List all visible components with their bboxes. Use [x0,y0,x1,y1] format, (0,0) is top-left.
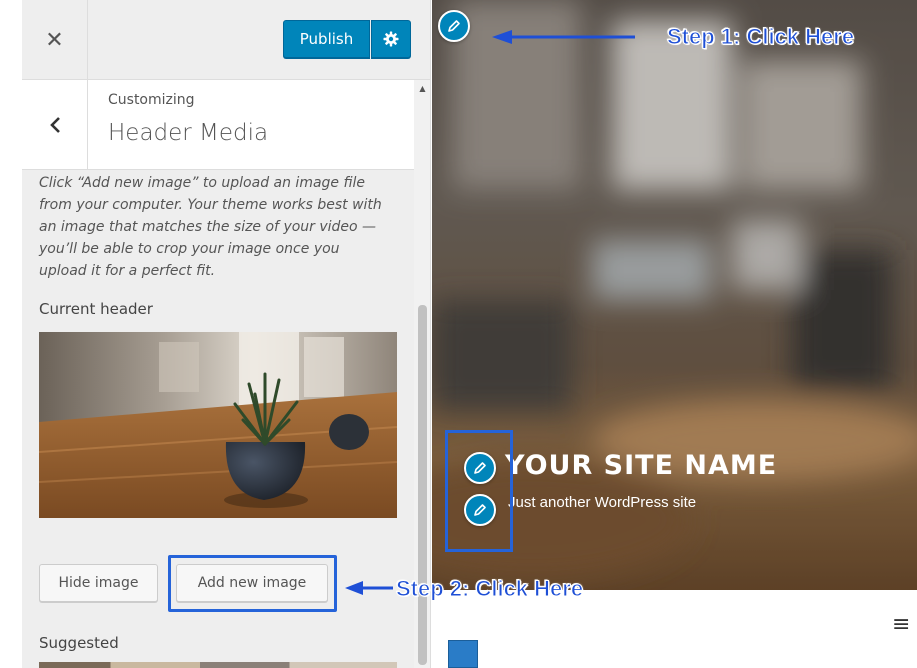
current-header-image [39,332,397,518]
publish-settings-button[interactable] [371,20,411,58]
edit-tagline-shortcut[interactable] [464,494,496,526]
hamburger-menu-icon[interactable]: ≡ [892,612,910,637]
close-customizer-button[interactable]: ✕ [22,0,88,80]
pencil-icon [474,462,486,474]
header-media-hero: YOUR SITE NAME Just another WordPress si… [432,0,917,590]
suggested-thumbnails[interactable] [39,662,397,668]
site-tagline[interactable]: Just another WordPress site [508,494,696,511]
publish-button[interactable]: Publish [283,20,370,58]
hide-image-button[interactable]: Hide image [39,564,158,602]
header-media-description: Click “Add new image” to upload an image… [39,175,382,279]
back-button[interactable] [22,80,88,170]
section-title: Header Media [108,120,269,146]
close-icon: ✕ [45,27,64,53]
step-1-arrow-icon [492,30,635,44]
step-2-annotation: Step 2: Click Here [395,576,584,602]
customizer-header-bar: ✕ Publish [22,0,430,80]
section-header: Customizing Header Media [22,80,414,170]
site-preview: YOUR SITE NAME Just another WordPress si… [432,0,917,668]
customizer-panel: ✕ Publish Customizing Header Media Click… [22,0,431,668]
scroll-up-arrow[interactable]: ▲ [414,80,430,97]
current-header-label: Current header [39,300,153,318]
step-2-arrow-icon [345,581,393,595]
edit-site-title-shortcut[interactable] [464,452,496,484]
chevron-left-icon [49,117,60,133]
pencil-icon [448,20,460,32]
scrollbar-thumb[interactable] [418,305,427,665]
content-block [448,640,478,668]
pencil-icon [474,504,486,516]
step-1-annotation: Step 1: Click Here [666,24,855,50]
gear-icon [383,31,399,47]
suggested-label: Suggested [39,634,119,652]
site-title[interactable]: YOUR SITE NAME [505,450,777,481]
breadcrumb: Customizing [108,92,195,108]
edit-header-media-shortcut[interactable] [438,10,470,42]
add-new-image-button[interactable]: Add new image [176,564,328,602]
